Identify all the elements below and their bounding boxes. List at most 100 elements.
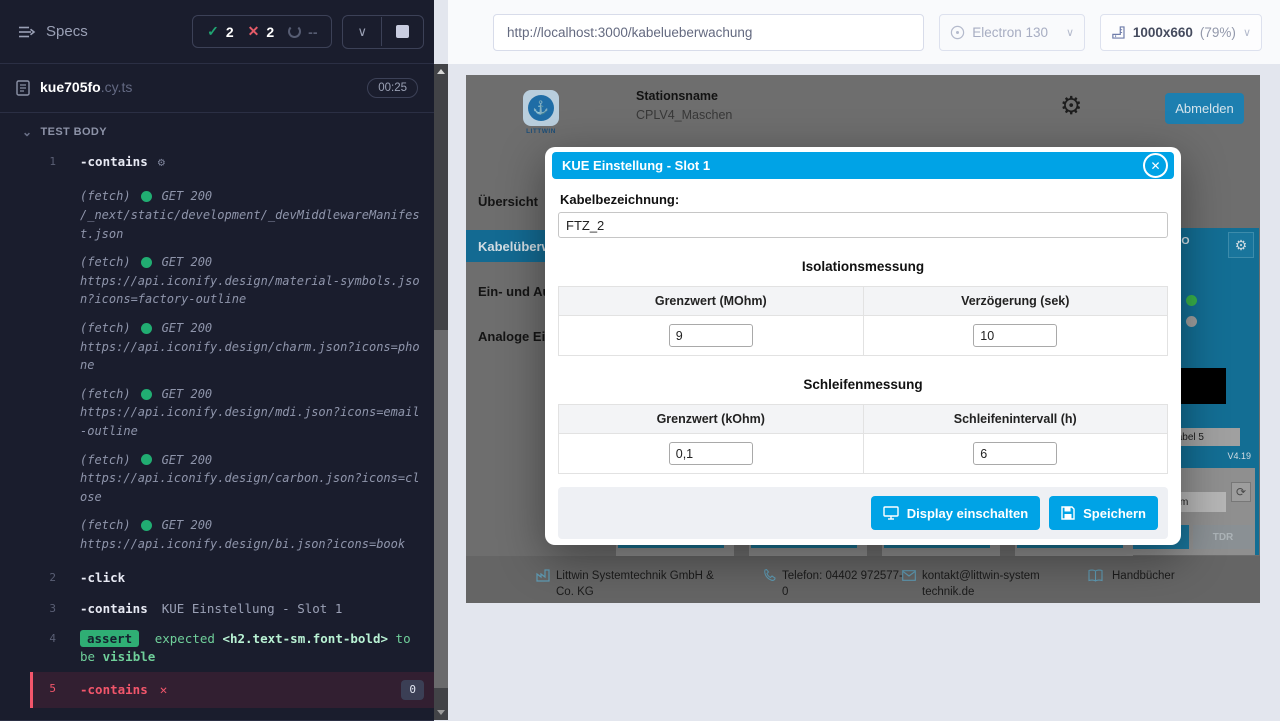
gear-icon[interactable]: ⚙ <box>158 155 165 169</box>
command-assert[interactable]: 4 assert expected <h2.text-sm.font-bold>… <box>30 624 434 672</box>
phone-icon <box>763 569 776 582</box>
scroll-down-arrow-icon[interactable] <box>437 710 445 715</box>
assert-text: expected <box>155 631 215 646</box>
fail-cross-icon: ✕ <box>160 681 168 699</box>
footer-company: Littwin Systemtechnik GmbH & Co. KG <box>556 568 718 600</box>
modal-body: Kabelbezeichnung: Isolationsmessung Gren… <box>552 179 1174 539</box>
passed-check-icon: ✓ <box>207 23 219 40</box>
status-led-gray-icon <box>1186 316 1197 327</box>
status-dot-icon <box>141 191 152 202</box>
chevron-down-icon: ∨ <box>357 24 367 40</box>
loop-col-intervall: Schleifenintervall (h) <box>863 405 1168 434</box>
fetch-log-entry: (fetch)GET 200 https://api.iconify.desig… <box>80 451 424 507</box>
display-icon <box>883 506 899 520</box>
stop-run-button[interactable] <box>381 17 423 46</box>
stop-icon <box>396 25 409 38</box>
tdr-button[interactable]: TDR <box>1193 525 1253 549</box>
test-body-toggle[interactable]: ⌄ TEST BODY <box>0 113 434 147</box>
footer-phone: Telefon: 04402 972577-0 <box>782 568 904 600</box>
fetch-log-entry: (fetch)GET 200 https://api.iconify.desig… <box>80 253 424 309</box>
url-input[interactable] <box>493 14 924 51</box>
loop-grenzwert-input[interactable] <box>669 442 753 465</box>
isolation-section-title: Isolationsmessung <box>558 259 1168 274</box>
device-settings-gear-icon[interactable]: ⚙ <box>1228 232 1254 258</box>
firmware-version: V4.19 <box>1227 451 1251 461</box>
fetch-url: https://api.iconify.design/mdi.json?icon… <box>80 403 424 440</box>
loop-intervall-input[interactable] <box>973 442 1057 465</box>
station-name-value: CPLV4_Maschen <box>636 108 732 122</box>
scroll-up-arrow-icon[interactable] <box>437 69 445 74</box>
status-dot-icon <box>141 454 152 465</box>
logo-text: LITTWIN <box>518 128 564 135</box>
spec-name: kue705fo <box>40 79 101 95</box>
loop-section-title: Schleifenmessung <box>558 377 1168 392</box>
run-controls: ∨ <box>342 15 424 49</box>
browser-select[interactable]: Electron 130 ∨ <box>939 14 1085 51</box>
specs-menu-button[interactable]: Specs <box>18 23 88 40</box>
command-click[interactable]: 2 -click <box>30 563 434 593</box>
cable-name-input[interactable] <box>558 212 1168 238</box>
refresh-icon[interactable]: ⟳ <box>1231 482 1251 502</box>
viewport-size: 1000x660 <box>1133 25 1193 40</box>
fail-count-badge: 0 <box>401 680 424 700</box>
command-name: -contains <box>80 601 148 616</box>
close-icon[interactable]: ✕ <box>1143 153 1168 178</box>
aut-pane: Electron 130 ∨ 1000x660 (79%) ∨ ⚓ LITTWI… <box>448 0 1280 720</box>
command-number: 2 <box>30 569 56 584</box>
stat-failed: ✕2 <box>248 23 275 40</box>
isolation-verzoegerung-input[interactable] <box>973 324 1057 347</box>
assert-expectation: visible <box>103 649 156 664</box>
loop-table: Grenzwert (kOhm) Schleifenintervall (h) <box>558 404 1168 474</box>
assert-selector: <h2.text-sm.font-bold> <box>222 631 388 646</box>
fetch-url: https://api.iconify.design/carbon.json?i… <box>80 469 424 506</box>
command-contains-1[interactable]: 1 -contains ⚙ <box>30 147 434 177</box>
spec-file-icon <box>16 80 30 96</box>
specs-label: Specs <box>46 23 88 40</box>
viewport-zoom: (79%) <box>1200 25 1236 40</box>
logout-button[interactable]: Abmelden <box>1165 93 1244 124</box>
modal-title: KUE Einstellung - Slot 1 <box>562 158 710 173</box>
command-name: -contains <box>80 681 148 699</box>
fetch-log-entry: (fetch)GET 200 https://api.iconify.desig… <box>80 385 424 441</box>
scrollbar-thumb[interactable] <box>434 330 448 688</box>
display-on-button[interactable]: Display einschalten <box>871 496 1040 530</box>
isolation-col-grenzwert: Grenzwert (MOhm) <box>559 287 864 316</box>
cable-name-label: Kabelbezeichnung: <box>560 192 1168 207</box>
status-dot-icon <box>141 323 152 334</box>
collapse-all-button[interactable]: ∨ <box>343 16 381 48</box>
cypress-reporter-panel: Specs ✓2 ✕2 -- ∨ kue705fo.cy.ts 00:25 ⌄ … <box>0 0 434 720</box>
command-log: 1 -contains⚙ (fetch)GET 200 /_next/stati… <box>0 147 434 721</box>
command-contains-2[interactable]: 3 -containsKUE Einstellung - Slot 1 <box>30 594 434 624</box>
viewport-control[interactable]: 1000x660 (79%) ∨ <box>1100 14 1262 51</box>
chevron-down-icon: ∨ <box>1066 26 1074 39</box>
fetch-url: /_next/static/development/_devMiddleware… <box>80 206 424 243</box>
status-dot-icon <box>141 389 152 400</box>
book-icon <box>1088 569 1103 582</box>
electron-icon <box>950 25 965 40</box>
factory-icon <box>536 569 550 582</box>
app-footer: Littwin Systemtechnik GmbH & Co. KG Tele… <box>466 556 1260 603</box>
command-argument: KUE Einstellung - Slot 1 <box>162 601 343 616</box>
status-dot-icon <box>141 520 152 531</box>
command-name: -contains <box>80 154 148 169</box>
command-contains-failed[interactable]: 5 -contains ✕ 0 <box>30 672 434 708</box>
spec-row[interactable]: kue705fo.cy.ts 00:25 <box>0 64 434 113</box>
command-number: 1 <box>30 153 56 168</box>
reporter-header: Specs ✓2 ✕2 -- ∨ <box>0 0 434 64</box>
settings-gear-icon[interactable]: ⚙ <box>1060 91 1082 121</box>
isolation-table: Grenzwert (MOhm) Verzögerung (sek) <box>558 286 1168 356</box>
chevron-down-icon: ∨ <box>1243 26 1251 39</box>
reporter-scrollbar[interactable] <box>434 64 448 720</box>
footer-manuals-link[interactable]: Handbücher <box>1112 568 1175 584</box>
fetch-url: https://api.iconify.design/charm.json?ic… <box>80 338 424 375</box>
command-name: -click <box>80 570 125 585</box>
isolation-col-verzoegerung: Verzögerung (sek) <box>863 287 1168 316</box>
save-button[interactable]: Speichern <box>1049 496 1158 530</box>
fetch-log-entry: (fetch)GET 200 https://api.iconify.desig… <box>80 319 424 375</box>
isolation-grenzwert-input[interactable] <box>669 324 753 347</box>
ruler-icon <box>1111 25 1126 40</box>
station-name-label: Stationsname <box>636 89 718 103</box>
spec-duration-badge: 00:25 <box>367 78 418 98</box>
logo-anchor-icon: ⚓ <box>528 95 554 121</box>
stat-passed: ✓2 <box>207 23 234 40</box>
